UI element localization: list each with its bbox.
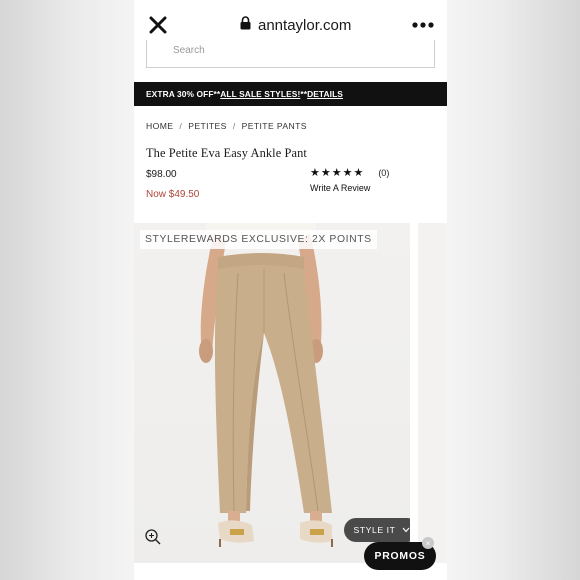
breadcrumb: HOME / PETITES / PETITE PANTS — [146, 121, 307, 131]
exclusive-badge: STYLEREWARDS EXCLUSIVE: 2X POINTS — [140, 230, 377, 249]
sale-price: Now $49.50 — [146, 189, 200, 200]
breadcrumb-petites[interactable]: PETITES — [188, 121, 227, 131]
rating[interactable]: ★★★★★ (0) — [310, 166, 389, 179]
style-it-label: STYLE IT — [353, 525, 396, 535]
review-count: (0) — [378, 167, 390, 178]
background-right — [447, 0, 580, 580]
style-it-button[interactable]: STYLE IT — [344, 518, 410, 542]
search-input[interactable]: Search — [146, 40, 435, 68]
breadcrumb-home[interactable]: HOME — [146, 121, 173, 131]
lock-icon — [240, 16, 251, 34]
background-left — [0, 0, 134, 580]
close-icon[interactable] — [146, 13, 170, 37]
url-field[interactable]: anntaylor.com — [240, 16, 351, 34]
promos-close-icon[interactable]: × — [422, 537, 434, 549]
breadcrumb-separator: / — [232, 121, 236, 131]
product-image[interactable]: STYLEREWARDS EXCLUSIVE: 2X POINTS STYLE … — [134, 223, 410, 563]
zoom-in-icon[interactable] — [144, 528, 162, 546]
breadcrumb-petite-pants[interactable]: PETITE PANTS — [242, 121, 307, 131]
promo-text: EXTRA 30% OFF** — [146, 89, 221, 99]
promo-banner: EXTRA 30% OFF** ALL SALE STYLES! ** DETA… — [134, 82, 447, 106]
next-product-image[interactable] — [418, 223, 447, 563]
phone-screen: anntaylor.com Search EXTRA 30% OFF** ALL… — [134, 0, 447, 580]
product-title: The Petite Eva Easy Ankle Pant — [146, 146, 307, 160]
more-icon[interactable] — [411, 15, 435, 35]
url-text: anntaylor.com — [258, 16, 352, 34]
details-link[interactable]: DETAILS — [307, 89, 343, 99]
breadcrumb-separator: / — [179, 121, 183, 131]
promo-text-2: ** — [300, 89, 308, 99]
star-rating-icon: ★★★★★ — [310, 167, 365, 179]
write-review-link[interactable]: Write A Review — [310, 183, 370, 193]
chevron-down-icon — [402, 525, 410, 535]
original-price: $98.00 — [146, 169, 177, 180]
sale-styles-link[interactable]: ALL SALE STYLES! — [220, 89, 300, 99]
pants-photo — [199, 223, 333, 547]
search-placeholder: Search — [173, 45, 205, 56]
